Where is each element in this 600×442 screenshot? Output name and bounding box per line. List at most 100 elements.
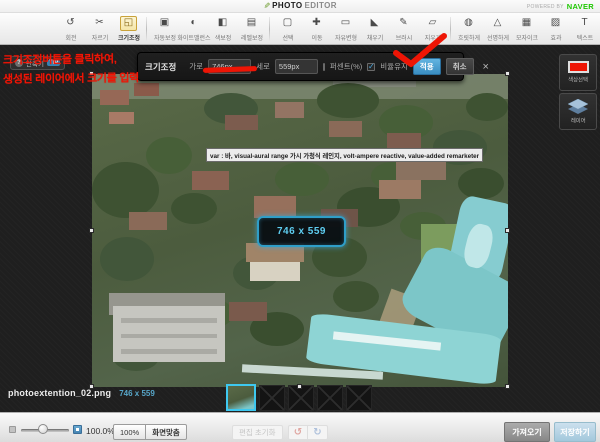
tool-move[interactable]: ✚이동 <box>302 16 331 42</box>
zoom-out-icon[interactable] <box>9 426 16 433</box>
app-header: ✎PHOTOEDITOR POWERED BY NAVER <box>0 0 600 13</box>
photo-detail <box>92 162 159 218</box>
white-balance-icon: ◐ <box>190 18 196 28</box>
fill-icon: ◣ <box>371 18 379 28</box>
undo-icon[interactable]: ↺ <box>288 425 308 440</box>
photo-detail <box>121 334 217 339</box>
thumbnail-empty[interactable] <box>346 385 372 411</box>
pencil-logo-icon: ✎ <box>262 2 271 9</box>
tool-label: 이동 <box>311 32 322 41</box>
width-label: 가로 <box>189 61 203 72</box>
layers-icon <box>568 99 588 114</box>
photo-detail <box>129 212 166 231</box>
tool-fill[interactable]: ◣ 채우기 <box>360 16 389 42</box>
tool-label: 흐릿하게 <box>457 32 479 41</box>
zoom-in-icon[interactable] <box>73 425 82 434</box>
app-logo: ✎PHOTOEDITOR <box>263 1 337 10</box>
tool-label: 모자이크 <box>515 32 537 41</box>
color-correct-icon: ◧ <box>218 18 227 28</box>
photo-detail <box>225 115 258 131</box>
size-overlay: 746 x 559 <box>257 216 346 247</box>
history-buttons: ↺ ↻ <box>288 425 328 440</box>
selection-handle[interactable] <box>505 228 510 233</box>
photo-detail <box>329 121 362 137</box>
tool-label: 색보정 <box>214 32 231 41</box>
blur-icon: ◍ <box>464 18 473 28</box>
photo-detail <box>275 162 329 196</box>
tool-rotate[interactable]: ↺회전 <box>56 16 85 42</box>
tool-free-transform[interactable]: ▭자유변형 <box>331 16 360 42</box>
tool-effect[interactable]: ▨효과 <box>541 16 570 42</box>
tool-color-correct[interactable]: ◧ 색보정 <box>208 16 237 42</box>
close-icon[interactable]: × <box>483 62 489 72</box>
annotation-checkmark <box>390 33 450 69</box>
selection-handle[interactable] <box>297 384 302 389</box>
thumbnail-selected[interactable] <box>226 384 256 411</box>
photo-detail <box>275 102 304 118</box>
tool-label: 레벨보정 <box>240 32 262 41</box>
selection-handle[interactable] <box>505 384 510 389</box>
toolbar-divider <box>269 17 270 41</box>
import-button[interactable]: 가져오기 <box>504 422 550 442</box>
photo-detail <box>192 171 229 190</box>
percent-label: 퍼센트(%) <box>330 61 362 72</box>
photo-detail <box>100 237 154 281</box>
zoom-100-button[interactable]: 100% <box>113 424 146 440</box>
photo-detail <box>171 193 217 224</box>
layer-button[interactable]: 레이어 <box>559 93 597 130</box>
tool-blur[interactable]: ◍ 흐릿하게 <box>454 16 483 42</box>
logo-text-editor: EDITOR <box>304 1 336 10</box>
sharpen-icon: △ <box>494 18 502 28</box>
tool-label: 채우기 <box>366 32 383 41</box>
tool-text[interactable]: T텍스트 <box>570 16 599 42</box>
redo-icon[interactable]: ↻ <box>308 425 328 440</box>
tool-label: 자유변형 <box>334 32 356 41</box>
save-button[interactable]: 저장하기 <box>554 422 596 442</box>
tool-white-balance[interactable]: ◐화이트밸런스 <box>179 16 208 42</box>
tool-resize[interactable]: ◱크기조정 <box>114 16 143 42</box>
thumbnail-empty[interactable] <box>317 385 343 411</box>
mosaic-icon: ▦ <box>522 18 531 28</box>
toolbar-divider <box>146 17 147 41</box>
auto-correct-icon: ▣ <box>160 18 169 28</box>
tool-crop[interactable]: ✂자르기 <box>85 16 114 42</box>
zoom-slider-handle[interactable] <box>38 424 48 434</box>
keep-ratio-checkbox[interactable]: ✓ <box>367 63 375 71</box>
naver-brand: NAVER <box>567 2 594 11</box>
color-picker-button[interactable]: 색상선택 <box>559 54 597 91</box>
brush-icon: ✎ <box>399 18 407 28</box>
selection-handle[interactable] <box>505 71 510 76</box>
photo-detail <box>100 90 129 106</box>
photo-detail <box>146 137 192 175</box>
height-input[interactable] <box>275 59 318 74</box>
fit-screen-button[interactable]: 화면맞춤 <box>146 424 187 440</box>
tool-label: 자동보정 <box>153 32 175 41</box>
photo-detail <box>458 168 504 199</box>
powered-by-label: POWERED BY <box>527 4 564 10</box>
toolbar-divider <box>450 17 451 41</box>
file-dimensions: 746 x 559 <box>119 389 155 398</box>
tool-label: 선명하게 <box>486 32 508 41</box>
photo-detail <box>379 180 421 199</box>
percent-checkbox[interactable] <box>323 63 325 71</box>
photo-detail <box>109 112 134 125</box>
reset-edits-button[interactable]: 편집 초기화 <box>232 425 283 440</box>
photo-detail <box>387 133 420 149</box>
tool-level-correct[interactable]: ▤레벨보정 <box>237 16 266 42</box>
selection-handle[interactable] <box>89 228 94 233</box>
editor-canvas: var : 바, visual-aural range 가시 가청식 레인지, … <box>0 45 600 412</box>
height-label: 세로 <box>256 61 270 72</box>
toolbar: ↺회전✂자르기◱크기조정 ▣ 자동보정 ◐화이트밸런스 ◧ 색보정 ▤레벨보정 ▢선택✚이동▭… <box>0 13 600 45</box>
thumbnail-empty[interactable] <box>259 385 285 411</box>
tool-label: 선택 <box>282 32 293 41</box>
tool-mosaic[interactable]: ▦ 모자이크 <box>512 16 541 42</box>
photo-editor-app: ✎PHOTOEDITOR POWERED BY NAVER ↺회전✂자르기◱크기… <box>0 0 600 442</box>
rotate-icon: ↺ <box>66 18 74 28</box>
annotation-line2: 생성된 레이어에서 크기를 입력 <box>3 69 139 86</box>
resize-icon: ◱ <box>124 18 133 28</box>
tool-select[interactable]: ▢선택 <box>273 16 302 42</box>
dictionary-tooltip: var : 바, visual-aural range 가시 가청식 레인지, … <box>206 148 483 162</box>
selection-handle[interactable] <box>89 384 94 389</box>
tool-auto-correct[interactable]: ▣ 자동보정 <box>150 16 179 42</box>
tool-sharpen[interactable]: △ 선명하게 <box>483 16 512 42</box>
